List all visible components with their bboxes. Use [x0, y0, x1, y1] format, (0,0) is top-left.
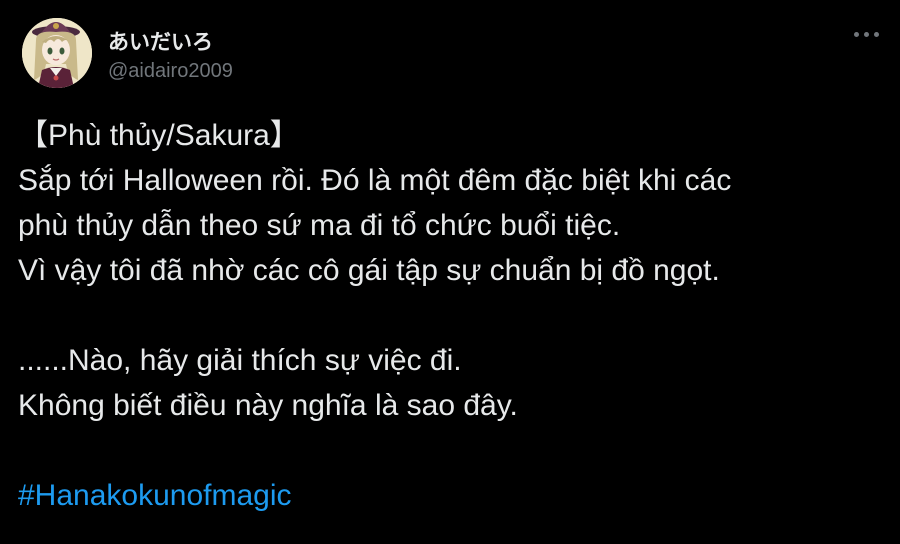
avatar-image	[22, 18, 92, 88]
author-display-name[interactable]: あいだいろ	[108, 26, 213, 56]
more-horizontal-icon-dot-2	[863, 31, 869, 37]
tweet-line: ......Nào, hãy giải thích sự việc đi.	[18, 344, 462, 377]
hashtag-link[interactable]: #Hanakokunofmagic	[18, 479, 292, 512]
tweet-hashtag-line: #Hanakokunofmagic	[18, 473, 888, 518]
tweet-line: Vì vậy tôi đã nhờ các cô gái tập sự chuẩ…	[18, 254, 720, 287]
more-horizontal-icon	[853, 31, 859, 37]
avatar[interactable]	[22, 18, 92, 88]
tweet-line: Sắp tới Halloween rồi. Đó là một đêm đặc…	[18, 164, 732, 197]
tweet-line: phù thủy dẫn theo sứ ma đi tổ chức buổi …	[18, 209, 621, 242]
tweet-card: あいだいろ @aidairo2009 【Phù thủy/Sakura】 Sắp…	[0, 0, 900, 544]
tweet-line: 【Phù thủy/Sakura】	[18, 119, 300, 152]
author-handle[interactable]: @aidairo2009	[108, 60, 233, 83]
tweet-line: Không biết điều này nghĩa là sao đây.	[18, 389, 518, 422]
more-options-button[interactable]	[846, 20, 886, 48]
more-horizontal-icon-dot-3	[873, 31, 879, 37]
tweet-text: 【Phù thủy/Sakura】 Sắp tới Halloween rồi.…	[18, 113, 888, 518]
